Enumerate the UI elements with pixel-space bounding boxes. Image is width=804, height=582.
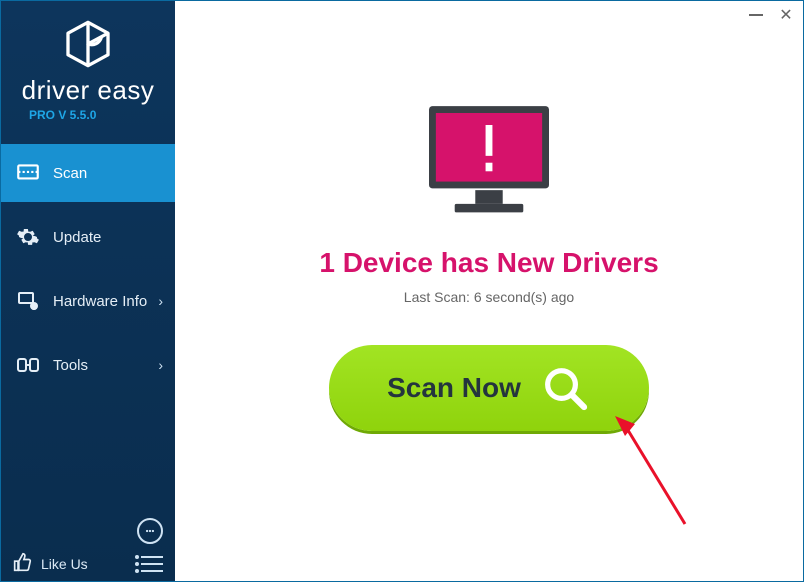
like-us-label: Like Us	[41, 556, 88, 572]
scan-icon	[15, 160, 41, 186]
chevron-right-icon: ›	[158, 357, 163, 373]
brand-name: driver easy	[1, 75, 175, 106]
last-scan-text: Last Scan: 6 second(s) ago	[404, 289, 574, 305]
chevron-right-icon: ›	[158, 293, 163, 309]
scan-now-label: Scan Now	[387, 372, 521, 404]
status-title: 1 Device has New Drivers	[319, 247, 658, 279]
annotation-arrow	[615, 416, 695, 526]
scan-now-button[interactable]: Scan Now	[329, 345, 649, 431]
sidebar-item-tools[interactable]: Tools ›	[1, 336, 175, 394]
sidebar-nav: Scan Update i Hardware	[1, 144, 175, 394]
sidebar-item-update[interactable]: Update	[1, 208, 175, 266]
menu-icon[interactable]	[141, 556, 163, 572]
monitor-alert-icon	[419, 101, 559, 221]
minimize-icon[interactable]	[747, 5, 765, 25]
like-us-button[interactable]: Like Us	[13, 552, 88, 575]
gear-icon	[15, 224, 41, 250]
app-window: driver easy PRO V 5.5.0 Scan	[0, 0, 804, 582]
brand-block: driver easy PRO V 5.5.0	[1, 1, 175, 132]
hardware-icon: i	[15, 288, 41, 314]
sidebar-item-hardware-info[interactable]: i Hardware Info ›	[1, 272, 175, 330]
sidebar-item-label: Hardware Info	[53, 293, 147, 310]
app-logo-icon	[63, 19, 113, 69]
sidebar-item-scan[interactable]: Scan	[1, 144, 175, 202]
thumbs-up-icon	[13, 552, 33, 575]
brand-version: PRO V 5.5.0	[1, 108, 175, 122]
window-controls	[747, 5, 795, 25]
sidebar-item-label: Scan	[53, 165, 87, 182]
main-panel: 1 Device has New Drivers Last Scan: 6 se…	[175, 1, 803, 581]
sidebar: driver easy PRO V 5.5.0 Scan	[1, 1, 175, 581]
feedback-icon[interactable]	[137, 518, 163, 544]
sidebar-item-label: Update	[53, 229, 101, 246]
close-icon[interactable]	[777, 5, 795, 25]
magnifier-icon	[539, 362, 591, 414]
tools-icon	[15, 352, 41, 378]
sidebar-bottom: Like Us	[1, 518, 175, 575]
sidebar-item-label: Tools	[53, 357, 88, 374]
